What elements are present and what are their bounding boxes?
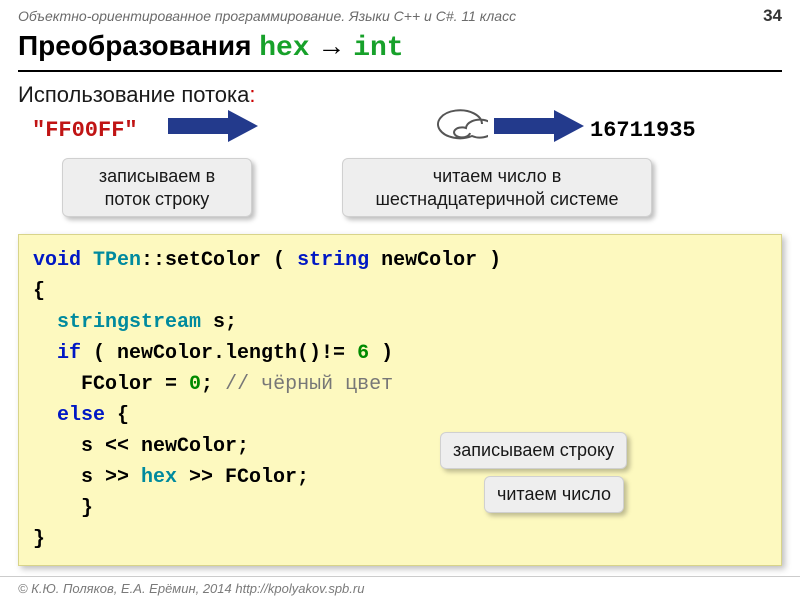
arrow-right-icon: [168, 108, 258, 144]
subtitle: Использование потока:: [18, 82, 256, 108]
code-line: else {: [33, 400, 767, 431]
callout-read-hex: читаем число в шестнадцатеричной системе: [342, 158, 652, 217]
title-code-from: hex: [259, 33, 309, 64]
int-result-literal: 16711935: [590, 118, 696, 143]
spiral-icon: [432, 100, 488, 146]
code-line: }: [33, 493, 767, 524]
callout-write-string: записываем строку: [440, 432, 627, 469]
arrow-right-icon: [494, 108, 584, 144]
code-line: FColor = 0; // чёрный цвет: [33, 369, 767, 400]
slide-header: Объектно-ориентированное программировани…: [0, 0, 800, 28]
page-number: 34: [763, 6, 782, 26]
code-line: if ( newColor.length()!= 6 ): [33, 338, 767, 369]
code-line: stringstream s;: [33, 307, 767, 338]
title-code-to: int: [353, 33, 403, 64]
code-line: s >> hex >> FColor;: [33, 462, 767, 493]
subtitle-colon: :: [249, 82, 255, 107]
code-block: void TPen::setColor ( string newColor ) …: [18, 234, 782, 566]
title-arrow: →: [310, 30, 354, 61]
code-line: s << newColor;: [33, 431, 767, 462]
course-title: Объектно-ориентированное программировани…: [18, 8, 516, 24]
subtitle-text: Использование потока: [18, 82, 249, 107]
slide-footer: © К.Ю. Поляков, Е.А. Ерёмин, 2014 http:/…: [0, 576, 800, 596]
code-line: {: [33, 276, 767, 307]
footer-text: © К.Ю. Поляков, Е.А. Ерёмин, 2014 http:/…: [18, 581, 364, 596]
hex-string-literal: "FF00FF": [32, 118, 138, 143]
title-text: Преобразования: [18, 30, 259, 61]
code-line: void TPen::setColor ( string newColor ): [33, 245, 767, 276]
callout-read-number: читаем число: [484, 476, 624, 513]
slide-title: Преобразования hex → int: [18, 30, 782, 72]
code-line: }: [33, 524, 767, 555]
callout-write-to-stream: записываем в поток строку: [62, 158, 252, 217]
